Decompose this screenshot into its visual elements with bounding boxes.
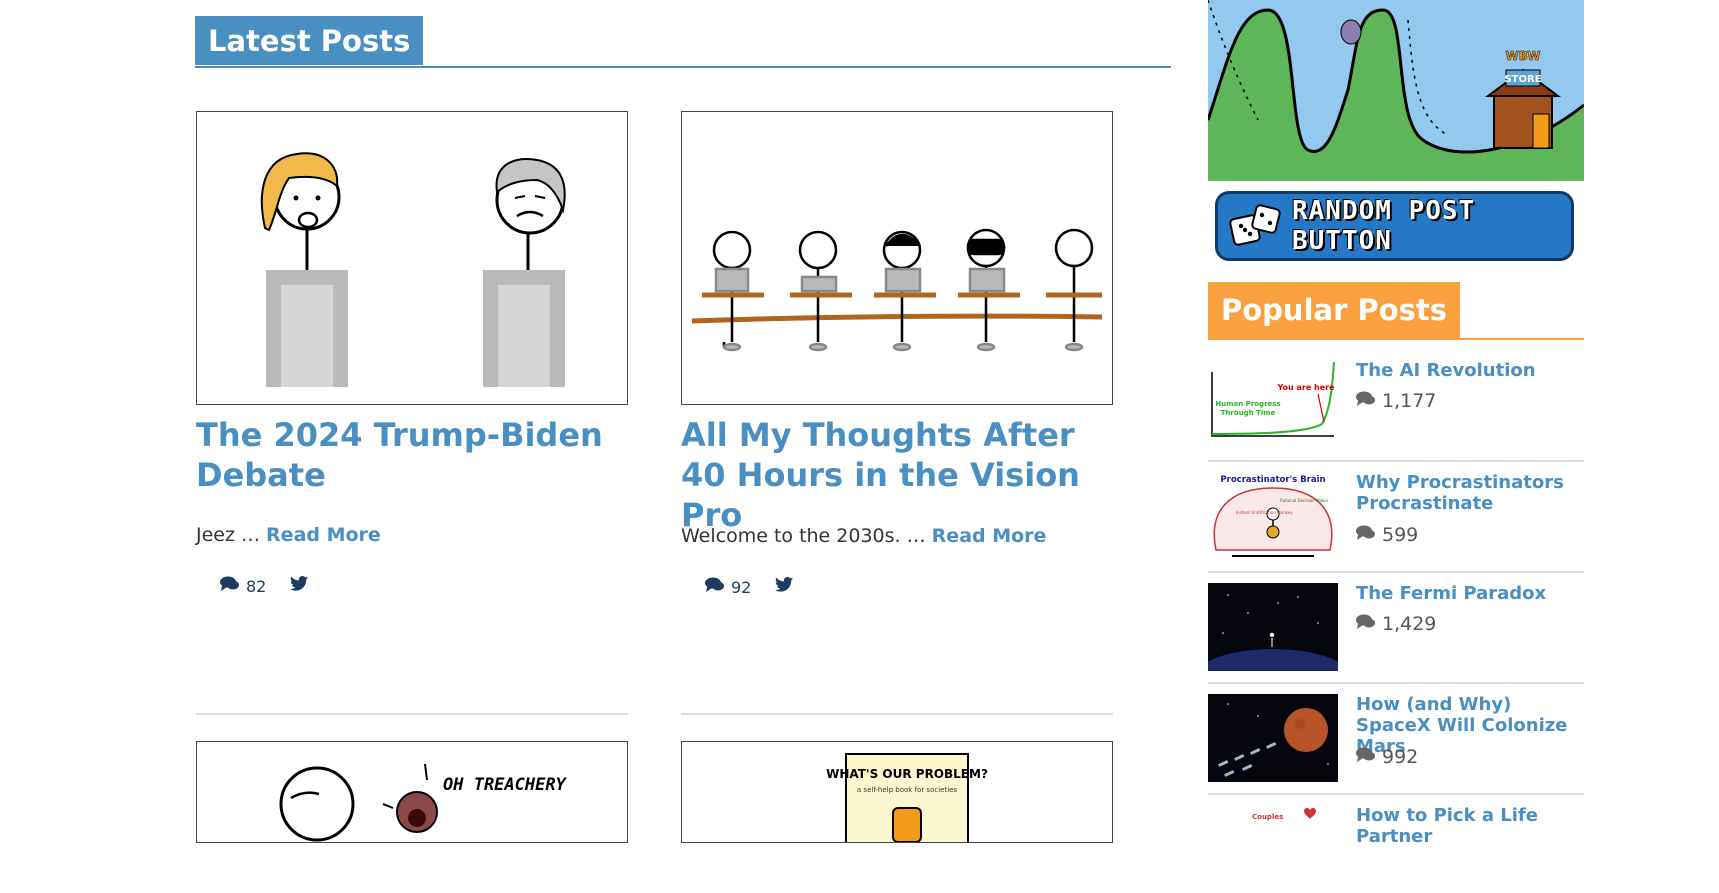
popular-post-title[interactable]: Why Procrastinators Procrastinate [1356, 472, 1584, 514]
post-excerpt: Jeez … Read More [196, 524, 381, 546]
store-banner[interactable]: STORE WBW [1208, 0, 1584, 181]
comments-count: 1,429 [1382, 613, 1437, 635]
comments-count: 82 [246, 576, 267, 596]
latest-posts-heading: Latest Posts [195, 16, 424, 65]
post-excerpt-text: Jeez … [196, 524, 260, 546]
popular-thumbnail[interactable] [1208, 583, 1338, 671]
popular-post-comments: 1,429 [1356, 613, 1436, 635]
post-title[interactable]: The 2024 Trump-Biden Debate [196, 415, 636, 495]
popular-thumbnail[interactable]: Procrastinator's Brain Rational Decision… [1208, 472, 1338, 560]
post-excerpt-text: Welcome to the 2030s. … [681, 525, 926, 547]
popular-separator [1208, 571, 1584, 573]
brain-thumb-monkey: Instant Gratification Monkey [1236, 510, 1293, 515]
popular-post-comments: 992 [1356, 746, 1418, 768]
twitter-share[interactable] [290, 576, 308, 595]
store-sign-top: WBW [1506, 49, 1541, 63]
popular-thumbnail[interactable]: You are here Human Progress Through Time [1208, 360, 1338, 448]
post-comments[interactable]: 92 [705, 577, 751, 597]
popular-separator [1208, 682, 1584, 684]
comments-icon [705, 577, 725, 597]
read-more-link[interactable]: Read More [266, 524, 381, 546]
comments-icon [1356, 390, 1376, 412]
popular-post-comments: 599 [1356, 524, 1418, 546]
comments-icon [1356, 613, 1376, 635]
post-thumbnail[interactable]: OH TREACHERY [196, 741, 628, 843]
random-post-button[interactable]: RANDOM POST BUTTON [1215, 191, 1574, 261]
comments-icon [1356, 524, 1376, 546]
latest-posts-header: Latest Posts [195, 16, 1171, 68]
post-divider [681, 713, 1113, 715]
twitter-share[interactable] [775, 577, 793, 596]
book-subtitle: a self-help book for societies [857, 786, 958, 794]
popular-posts-heading: Popular Posts [1208, 282, 1461, 338]
post-thumbnail[interactable] [681, 111, 1113, 405]
dice-icon [1228, 201, 1284, 251]
popular-thumbnail[interactable]: Couples [1208, 805, 1338, 893]
post-title[interactable]: All My Thoughts After 40 Hours in the Vi… [681, 415, 1121, 535]
post-thumbnail[interactable] [196, 111, 628, 405]
comments-count: 992 [1382, 746, 1419, 768]
brain-thumb-rational: Rational Decision-Maker [1280, 498, 1329, 503]
popular-separator [1208, 460, 1584, 462]
read-more-link[interactable]: Read More [932, 525, 1047, 547]
popular-post-comments: 1,177 [1356, 390, 1436, 412]
twitter-icon [290, 576, 308, 595]
ai-thumb-label-2: Through Time [1221, 409, 1276, 417]
popular-post-title[interactable]: How to Pick a Life Partner [1356, 805, 1584, 847]
comments-icon [1356, 746, 1376, 768]
post-thumbnail[interactable]: WHAT'S OUR PROBLEM? a self-help book for… [681, 741, 1113, 843]
comments-icon [220, 576, 240, 596]
popular-post-title[interactable]: The AI Revolution [1356, 360, 1584, 381]
ai-thumb-you-are-here: You are here [1276, 383, 1335, 392]
twitter-icon [775, 577, 793, 596]
ai-thumb-label-1: Human Progress [1215, 400, 1280, 408]
post-excerpt: Welcome to the 2030s. … Read More [681, 525, 1046, 547]
treachery-caption: OH TREACHERY [443, 775, 568, 795]
book-title: WHAT'S OUR PROBLEM? [826, 767, 988, 781]
post-comments[interactable]: 82 [220, 576, 266, 596]
popular-separator [1208, 793, 1584, 795]
random-post-label: RANDOM POST BUTTON [1292, 196, 1476, 256]
store-sign: STORE [1504, 74, 1541, 85]
comments-count: 1,177 [1382, 390, 1437, 412]
post-divider [196, 713, 628, 715]
comments-count: 92 [731, 577, 752, 597]
popular-post-title[interactable]: The Fermi Paradox [1356, 583, 1584, 604]
popular-thumbnail[interactable] [1208, 694, 1338, 782]
brain-thumb-title: Procrastinator's Brain [1220, 475, 1325, 485]
popular-posts-header: Popular Posts [1208, 282, 1584, 340]
vr-people [702, 228, 1102, 352]
comments-count: 599 [1382, 524, 1419, 546]
